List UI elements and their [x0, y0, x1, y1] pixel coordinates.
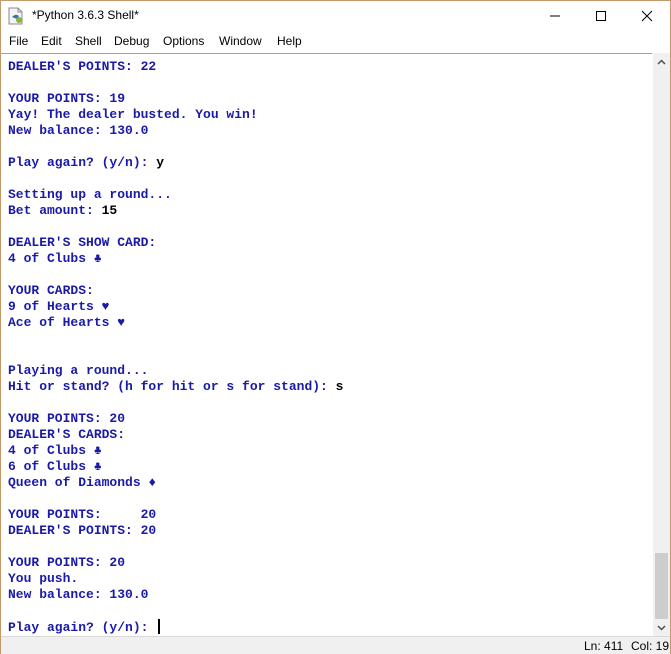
shell-line: Playing a round... [8, 363, 343, 379]
vertical-scrollbar[interactable] [653, 53, 670, 636]
title-bar[interactable]: *Python 3.6.3 Shell* [1, 1, 670, 31]
line-number: Ln: 411 [584, 639, 624, 653]
menu-help[interactable]: Help [277, 34, 302, 48]
shell-line: DEALER'S CARDS: [8, 427, 343, 443]
shell-output-text: Setting up a round... [8, 187, 172, 202]
shell-output-text: Queen of Diamonds ♦ [8, 475, 157, 490]
shell-output-text: Bet amount: [8, 203, 102, 218]
shell-output-text: 4 of Clubs ♣ [8, 443, 102, 458]
user-input-text: y [156, 155, 165, 170]
shell-line: New balance: 130.0 [8, 587, 343, 603]
shell-line: YOUR POINTS: 20 [8, 411, 343, 427]
shell-output-text: DEALER'S POINTS: 22 [8, 59, 157, 74]
column-number: Col: 19 [631, 639, 670, 653]
shell-output-text: DEALER'S POINTS: 20 [8, 523, 157, 538]
shell-output-text: 6 of Clubs ♣ [8, 459, 102, 474]
menu-window[interactable]: Window [219, 34, 262, 48]
shell-line: 4 of Clubs ♣ [8, 251, 343, 267]
shell-line: YOUR CARDS: [8, 283, 343, 299]
maximize-icon [596, 11, 606, 21]
shell-line: You push. [8, 571, 343, 587]
shell-line: YOUR POINTS: 19 [8, 91, 343, 107]
shell-line: YOUR POINTS: 20 [8, 555, 343, 571]
scroll-down-button[interactable] [653, 619, 670, 636]
menu-file[interactable]: File [9, 34, 28, 48]
shell-line: DEALER'S SHOW CARD: [8, 235, 343, 251]
shell-output-text: 4 of Clubs ♣ [8, 251, 102, 266]
shell-line: Queen of Diamonds ♦ [8, 475, 343, 491]
idle-shell-window: *Python 3.6.3 Shell* File Edit Shell Deb… [0, 0, 671, 654]
user-input-text: 15 [101, 203, 118, 218]
window-title: *Python 3.6.3 Shell* [32, 8, 139, 22]
shell-output-text: Play again? (y/n): [8, 155, 157, 170]
close-icon [641, 10, 653, 22]
minimize-button[interactable] [532, 1, 578, 31]
shell-output-text: Yay! The dealer busted. You win! [8, 107, 258, 122]
chevron-up-icon [657, 58, 666, 65]
shell-output-text: 9 of Hearts ♥ [8, 299, 110, 314]
menu-debug[interactable]: Debug [114, 34, 149, 48]
text-cursor[interactable] [158, 619, 161, 634]
shell-output-text: Play again? (y/n): [8, 620, 157, 635]
chevron-down-icon [657, 624, 666, 631]
shell-line: Hit or stand? (h for hit or s for stand)… [8, 379, 343, 395]
shell-line: 9 of Hearts ♥ [8, 299, 343, 315]
shell-text-area[interactable]: DEALER'S POINTS: 22 YOUR POINTS: 19 Yay! T… [1, 53, 652, 637]
menu-options[interactable]: Options [163, 34, 204, 48]
shell-output-text: New balance: 130.0 [8, 587, 149, 602]
shell-output-text: Playing a round... [8, 363, 149, 378]
shell-line: 6 of Clubs ♣ [8, 459, 343, 475]
minimize-icon [550, 15, 560, 17]
menu-edit[interactable]: Edit [41, 34, 62, 48]
shell-output-text: DEALER'S SHOW CARD: [8, 235, 157, 250]
shell-output-text: You push. [8, 571, 79, 586]
shell-output-text: Ace of Hearts ♥ [8, 315, 126, 330]
shell-output-text: Hit or stand? (h for hit or s for stand)… [8, 379, 336, 394]
python-idle-icon [8, 7, 24, 25]
shell-output-text: New balance: 130.0 [8, 123, 149, 138]
shell-line: Play again? (y/n): y [8, 155, 343, 171]
shell-line: Bet amount: 15 [8, 203, 343, 219]
shell-line: DEALER'S POINTS: 20 [8, 523, 343, 539]
shell-line: New balance: 130.0 [8, 123, 343, 139]
shell-output: DEALER'S POINTS: 22 YOUR POINTS: 19 Yay! T… [8, 59, 343, 635]
shell-output-text: YOUR CARDS: [8, 283, 94, 298]
shell-line: YOUR POINTS: 20 [8, 507, 343, 523]
shell-line: Play again? (y/n): [8, 619, 343, 635]
scrollbar-thumb[interactable] [655, 553, 668, 619]
shell-output-text: YOUR POINTS: 20 [8, 411, 126, 426]
shell-line: 4 of Clubs ♣ [8, 443, 343, 459]
menu-shell[interactable]: Shell [75, 34, 102, 48]
shell-line: Setting up a round... [8, 187, 343, 203]
user-input-text: s [335, 379, 344, 394]
menu-bar: File Edit Shell Debug Options Window Hel… [1, 32, 670, 52]
shell-output-text: YOUR POINTS: 19 [8, 91, 126, 106]
status-bar: Ln: 411 Col: 19 [1, 636, 670, 654]
scroll-up-button[interactable] [653, 53, 670, 70]
shell-output-text: DEALER'S CARDS: [8, 427, 126, 442]
shell-line: Ace of Hearts ♥ [8, 315, 343, 331]
shell-output-text: YOUR POINTS: 20 [8, 555, 126, 570]
maximize-button[interactable] [578, 1, 624, 31]
shell-line: Yay! The dealer busted. You win! [8, 107, 343, 123]
close-button[interactable] [624, 1, 670, 31]
shell-output-text: YOUR POINTS: 20 [8, 507, 157, 522]
shell-line: DEALER'S POINTS: 22 [8, 59, 343, 75]
